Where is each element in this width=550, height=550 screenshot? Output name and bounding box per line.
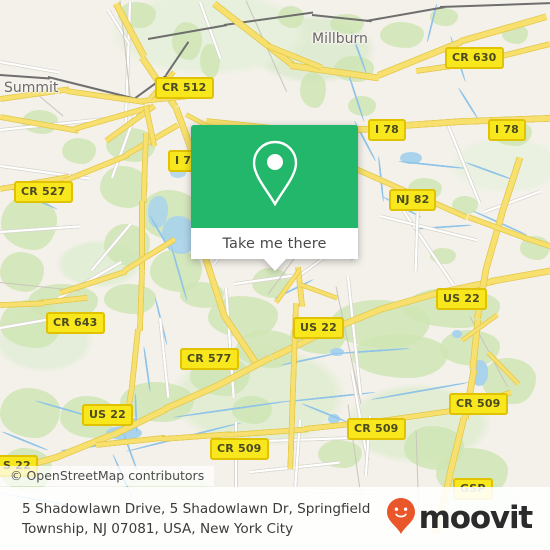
shield-cr-509-c[interactable]: CR 509 [210,438,269,460]
shield-us-22-a[interactable]: US 22 [436,288,487,310]
shield-i-78-a[interactable]: I 78 [368,119,407,141]
park-area [0,388,60,438]
shield-cr-527[interactable]: CR 527 [14,181,73,203]
moovit-smiley-pin-icon [386,497,416,540]
park-area [104,284,156,314]
osm-attribution[interactable]: © OpenStreetMap contributors [0,466,215,486]
address-text: 5 Shadowlawn Drive, 5 Shadowlawn Dr, Spr… [22,500,371,537]
place-label-millburn: Millburn [312,31,368,47]
callout-tail-pointer [262,258,287,271]
shield-cr-509-b[interactable]: CR 509 [347,418,406,440]
park-area [300,72,326,108]
footer-bar: 5 Shadowlawn Drive, 5 Shadowlawn Dr, Spr… [0,487,550,550]
callout-header [191,125,358,228]
shield-us-22-c[interactable]: US 22 [82,404,133,426]
shield-cr-512[interactable]: CR 512 [155,77,214,99]
park-area [232,396,272,424]
shield-us-22-b[interactable]: US 22 [293,317,344,339]
shield-cr-643[interactable]: CR 643 [46,312,105,334]
take-me-there-button[interactable]: Take me there [222,236,326,252]
shield-nj-82[interactable]: NJ 82 [389,189,437,211]
callout-action-bar[interactable]: Take me there [191,228,358,271]
moovit-wordmark: moovit [418,500,534,536]
place-label-summit: Summit [4,80,59,96]
moovit-brand[interactable]: moovit [386,497,536,540]
shield-cr-509-a[interactable]: CR 509 [449,393,508,415]
map-callout-popup[interactable]: Take me there [191,125,358,271]
park-area [380,22,424,48]
location-pin-icon [247,138,303,215]
map-screenshot: Summit Millburn CR 512 CR 630 I 78 I 78 … [0,0,550,550]
park-area [62,138,96,164]
shield-cr-577[interactable]: CR 577 [180,348,239,370]
shield-i-78-b[interactable]: I 78 [488,119,527,141]
shield-cr-630[interactable]: CR 630 [445,47,504,69]
